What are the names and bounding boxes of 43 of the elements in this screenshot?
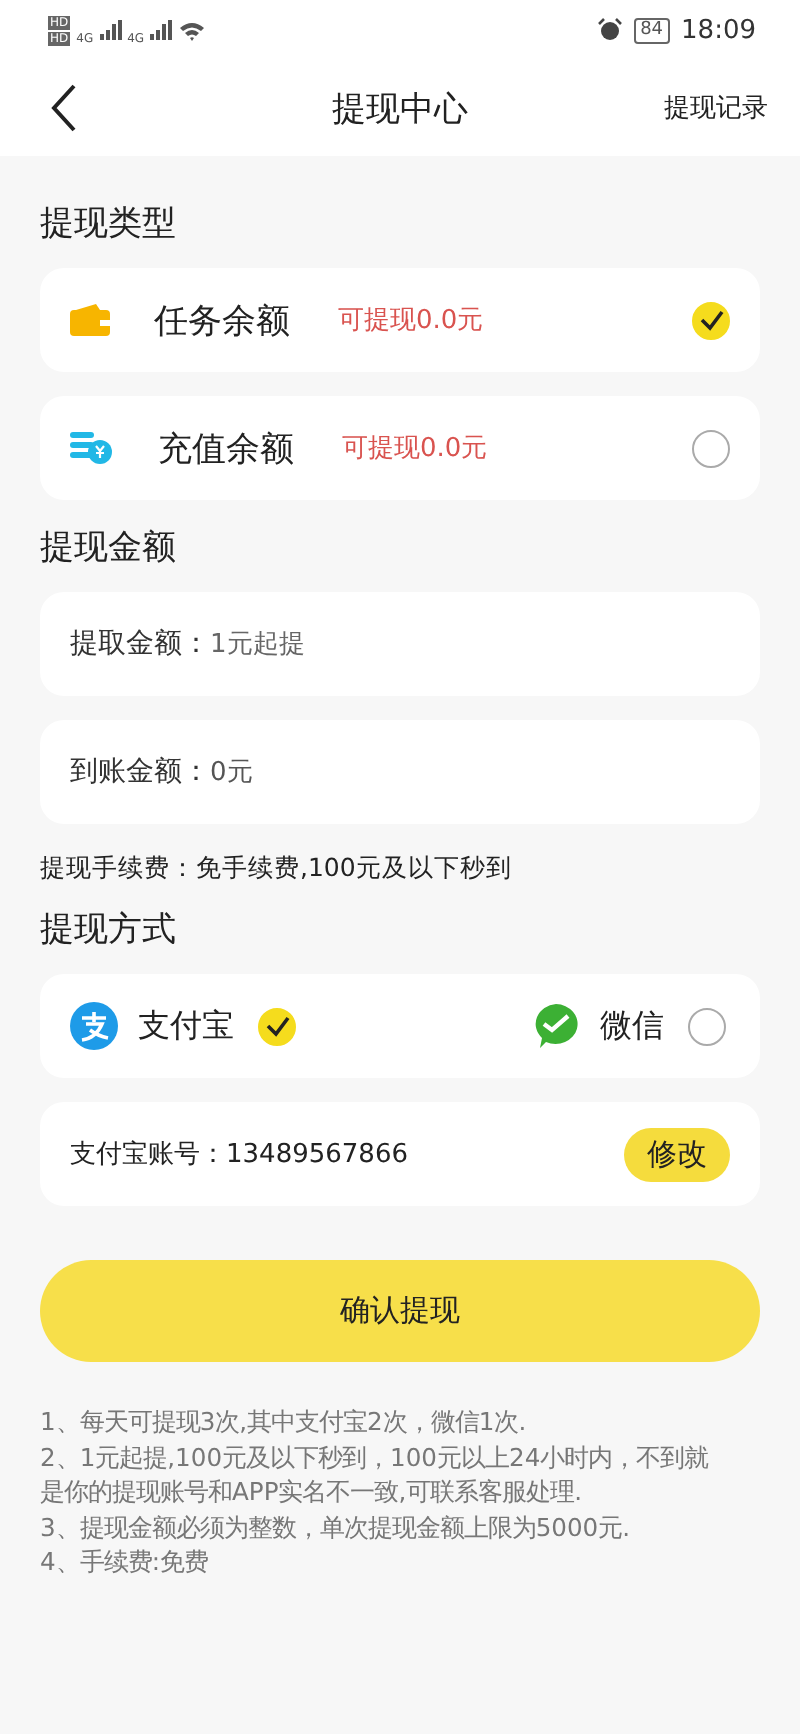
page-title: 提现中心 <box>332 87 468 131</box>
radio-button[interactable] <box>692 301 730 339</box>
rule-note: 4、手续费:免费 <box>40 1546 210 1580</box>
edit-button[interactable]: 修改 <box>624 1127 730 1181</box>
alipay-icon <box>70 1002 118 1050</box>
rule-note: 1、每天可提现3次,其中支付宝2次，微信1次. <box>40 1406 529 1440</box>
signal-icon <box>99 20 122 40</box>
confirm-button[interactable]: 确认提现 <box>40 1260 760 1362</box>
radio-button[interactable] <box>688 1007 726 1045</box>
signal-icon <box>150 20 173 40</box>
available-amount: 可提现0.0元 <box>338 304 484 338</box>
alarm-icon <box>598 18 623 42</box>
rule-note: 3、提现金额必须为整数，单次提现金额上限为5000元. <box>40 1511 633 1545</box>
clock-time: 18:09 <box>681 15 756 45</box>
field-label: 到账金额： <box>70 754 210 790</box>
available-amount: 可提现0.0元 <box>342 432 488 466</box>
option-label: 充值余额 <box>158 427 296 471</box>
section-title: 提现金额 <box>40 526 178 572</box>
method-label: 微信 <box>600 1005 664 1047</box>
back-button[interactable] <box>50 84 78 132</box>
section-title: 提现方式 <box>40 908 178 954</box>
coins-icon <box>70 430 114 466</box>
wallet-icon <box>70 304 110 336</box>
chat-check-icon <box>532 1002 580 1050</box>
balance-option[interactable]: 充值余额 可提现0.0元 <box>40 396 760 500</box>
withdraw-records-link[interactable]: 提现记录 <box>664 90 768 126</box>
check-icon <box>263 1012 291 1040</box>
method-label: 支付宝 <box>138 1005 234 1047</box>
wifi-icon <box>178 19 207 41</box>
field-label: 提取金额： <box>70 626 210 662</box>
check-icon <box>697 306 725 334</box>
account-number: 13489567866 <box>226 1139 408 1169</box>
received-amount: 0元 <box>210 756 253 790</box>
fee-note: 提现手续费：免手续费,100元及以下秒到 <box>40 852 514 886</box>
balance-option[interactable]: 任务余额 可提现0.0元 <box>40 268 760 372</box>
back-icon <box>50 84 78 132</box>
radio-button[interactable] <box>258 1007 296 1045</box>
section-title: 提现类型 <box>40 202 178 248</box>
rule-note: 2、1元起提,100元及以下秒到，100元以上24小时内，不到就是你的提现账号和APP实名不一致,可联系客服处理. <box>40 1441 711 1510</box>
account-label: 支付宝账号： <box>70 1138 226 1172</box>
battery-icon: 84 <box>634 17 670 43</box>
radio-button[interactable] <box>692 429 730 467</box>
option-label: 任务余额 <box>154 299 292 343</box>
